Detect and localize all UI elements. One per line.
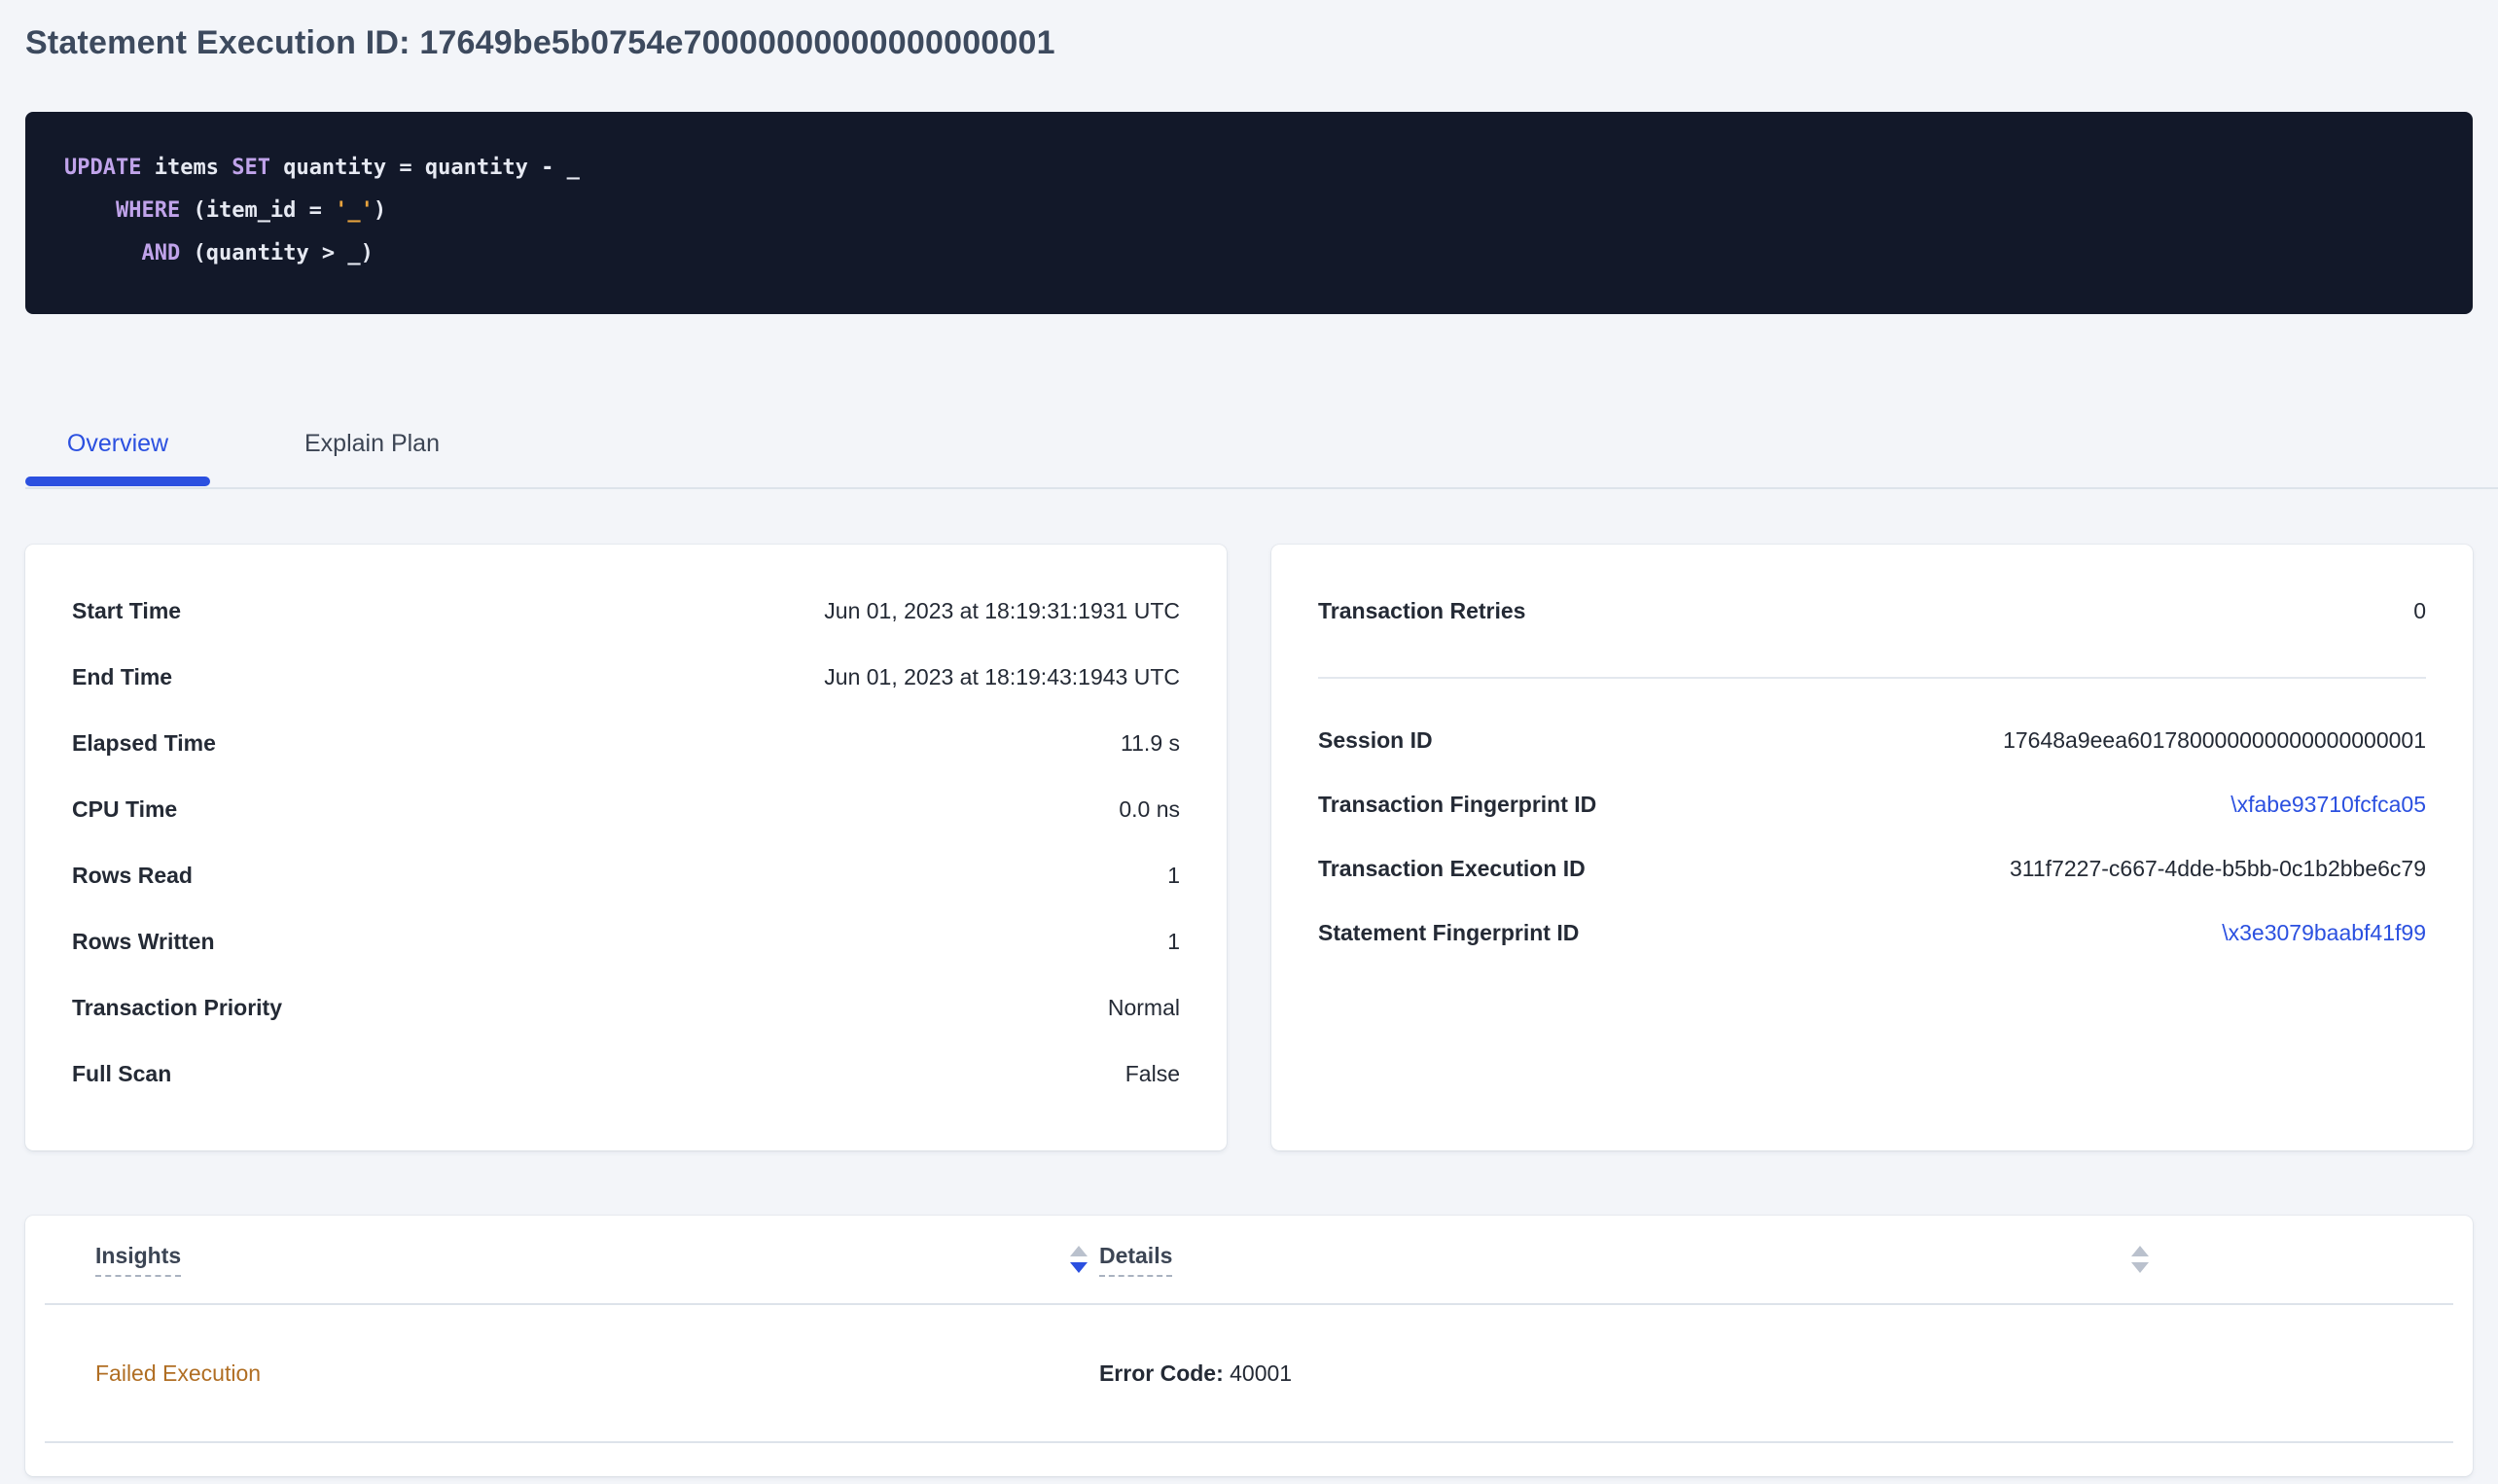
error-code-value: 40001 xyxy=(1230,1360,1292,1386)
stat-label: End Time xyxy=(72,664,172,690)
transaction-stats-card: Transaction Retries 0 Session ID 17648a9… xyxy=(1271,545,2473,1150)
sort-icon[interactable] xyxy=(2131,1246,2149,1273)
stat-label: Statement Fingerprint ID xyxy=(1318,920,1579,946)
sql-text: items xyxy=(141,156,232,180)
transaction-fingerprint-link[interactable]: \xfabe93710fcfca05 xyxy=(2230,792,2426,818)
sql-text xyxy=(64,241,141,265)
stat-label: Transaction Fingerprint ID xyxy=(1318,792,1596,818)
stat-value: Jun 01, 2023 at 18:19:31:1931 UTC xyxy=(824,598,1180,624)
insights-table-card: Insights Details Failed Execution Error … xyxy=(25,1216,2473,1476)
sql-text: ) xyxy=(374,198,386,223)
stat-row-statement-fingerprint-id: Statement Fingerprint ID \x3e3079baabf41… xyxy=(1318,901,2426,965)
column-header-details[interactable]: Details xyxy=(1099,1243,2149,1277)
stat-label: Rows Read xyxy=(72,863,193,889)
sql-line: WHERE (item_id = '_') xyxy=(64,190,2434,232)
sql-keyword: AND xyxy=(141,241,180,265)
column-header-insights[interactable]: Insights xyxy=(95,1243,1088,1277)
tab-bar: Overview Explain Plan xyxy=(25,429,2498,489)
stat-row-rows-read: Rows Read 1 xyxy=(72,842,1180,908)
overview-stats-card: Start Time Jun 01, 2023 at 18:19:31:1931… xyxy=(25,545,1227,1150)
insights-column-label: Insights xyxy=(95,1243,181,1277)
page-title: Statement Execution ID: 17649be5b0754e70… xyxy=(25,0,2473,62)
insight-cell: Failed Execution xyxy=(95,1360,1088,1387)
stat-label: Rows Written xyxy=(72,929,215,955)
sql-keyword: SET xyxy=(232,156,270,180)
insights-table-row: Failed Execution Error Code: 40001 xyxy=(45,1305,2453,1443)
card-divider xyxy=(1318,677,2426,679)
statement-execution-page: Statement Execution ID: 17649be5b0754e70… xyxy=(0,0,2498,1484)
stat-value: Jun 01, 2023 at 18:19:43:1943 UTC xyxy=(824,664,1180,690)
sql-line: UPDATE items SET quantity = quantity - _ xyxy=(64,147,2434,190)
stat-row-transaction-priority: Transaction Priority Normal xyxy=(72,974,1180,1041)
stat-row-elapsed-time: Elapsed Time 11.9 s xyxy=(72,710,1180,776)
sql-text: (quantity > _) xyxy=(180,241,374,265)
stat-row-end-time: End Time Jun 01, 2023 at 18:19:43:1943 U… xyxy=(72,644,1180,710)
sql-statement-block: UPDATE items SET quantity = quantity - _… xyxy=(25,112,2473,314)
error-code-text: Error Code: 40001 xyxy=(1099,1360,1292,1387)
stat-value: 0.0 ns xyxy=(1119,796,1180,823)
session-id-value: 17648a9eea601780000000000000000001 xyxy=(2003,727,2426,754)
sql-text: quantity = quantity - _ xyxy=(270,156,580,180)
stat-label: CPU Time xyxy=(72,796,177,823)
stat-row-full-scan: Full Scan False xyxy=(72,1041,1180,1107)
details-cell: Error Code: 40001 xyxy=(1099,1360,2149,1387)
stat-value: 11.9 s xyxy=(1121,730,1180,757)
failed-execution-badge: Failed Execution xyxy=(95,1360,261,1387)
stat-row-transaction-retries: Transaction Retries 0 xyxy=(1318,578,2426,644)
stat-value: 1 xyxy=(1167,863,1180,889)
stat-row-transaction-execution-id: Transaction Execution ID 311f7227-c667-4… xyxy=(1318,836,2426,901)
details-column-label: Details xyxy=(1099,1243,1172,1277)
stat-row-rows-written: Rows Written 1 xyxy=(72,908,1180,974)
stat-label: Elapsed Time xyxy=(72,730,216,757)
stat-row-session-id: Session ID 17648a9eea6017800000000000000… xyxy=(1318,708,2426,772)
sql-string-literal: '_' xyxy=(335,198,374,223)
stat-value: False xyxy=(1125,1061,1180,1087)
insights-table-header: Insights Details xyxy=(45,1216,2453,1305)
sql-keyword: WHERE xyxy=(116,198,180,223)
sql-keyword: UPDATE xyxy=(64,156,141,180)
stat-row-transaction-fingerprint-id: Transaction Fingerprint ID \xfabe93710fc… xyxy=(1318,772,2426,836)
tab-explain-plan[interactable]: Explain Plan xyxy=(304,429,440,487)
stat-label: Transaction Retries xyxy=(1318,598,1525,624)
stat-label: Transaction Priority xyxy=(72,995,282,1021)
summary-cards-row: Start Time Jun 01, 2023 at 18:19:31:1931… xyxy=(25,545,2473,1150)
stat-label: Full Scan xyxy=(72,1061,171,1087)
stat-value: 0 xyxy=(2413,598,2426,624)
stat-row-cpu-time: CPU Time 0.0 ns xyxy=(72,776,1180,842)
stat-label: Session ID xyxy=(1318,727,1433,754)
tab-overview[interactable]: Overview xyxy=(25,429,210,487)
sql-text: (item_id = xyxy=(180,198,335,223)
sql-line: AND (quantity > _) xyxy=(64,232,2434,275)
stat-value: Normal xyxy=(1108,995,1180,1021)
transaction-execution-id-value: 311f7227-c667-4dde-b5bb-0c1b2bbe6c79 xyxy=(2010,856,2426,882)
error-code-label: Error Code: xyxy=(1099,1360,1224,1386)
stat-label: Start Time xyxy=(72,598,181,624)
sql-text xyxy=(64,198,116,223)
stat-value: 1 xyxy=(1167,929,1180,955)
stat-row-start-time: Start Time Jun 01, 2023 at 18:19:31:1931… xyxy=(72,578,1180,644)
sort-icon[interactable] xyxy=(1070,1246,1088,1273)
stat-label: Transaction Execution ID xyxy=(1318,856,1586,882)
statement-fingerprint-link[interactable]: \x3e3079baabf41f99 xyxy=(2222,920,2426,946)
